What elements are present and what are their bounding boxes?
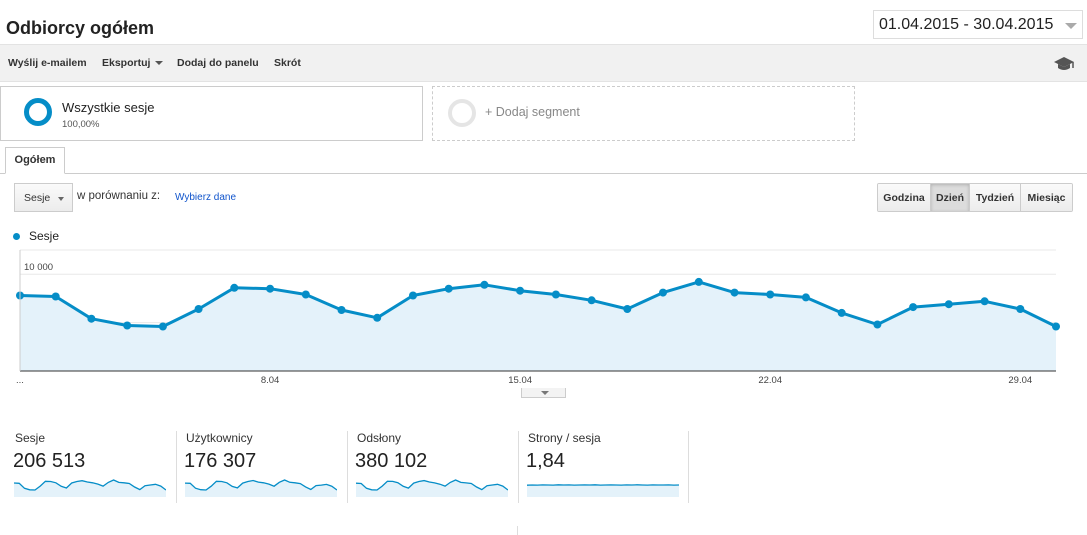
data-point xyxy=(230,283,239,292)
compare-select-link[interactable]: Wybierz dane xyxy=(175,192,236,203)
empty-segment-ring-icon xyxy=(448,99,476,127)
data-point xyxy=(659,288,667,297)
x-tick-label: 22.04 xyxy=(758,375,782,386)
chart-expand-handle[interactable] xyxy=(521,388,566,398)
kpi-value: 206 513 xyxy=(13,450,86,472)
data-point xyxy=(587,296,596,305)
compare-label: w porównaniu z: xyxy=(77,190,161,202)
data-point xyxy=(266,284,275,293)
graduation-cap-icon[interactable] xyxy=(1053,55,1075,73)
add-segment-label: + Dodaj segment xyxy=(485,105,580,119)
data-point xyxy=(158,322,167,331)
segment-all-sessions[interactable]: Wszystkie sesje 100,00% xyxy=(0,86,423,141)
sparkline xyxy=(356,479,508,497)
chevron-down-icon xyxy=(1065,23,1077,29)
legend-dot-icon xyxy=(13,232,20,240)
x-tick-label: 15.04 xyxy=(508,375,532,386)
data-point xyxy=(694,277,703,286)
data-point xyxy=(444,284,453,293)
x-tick-label: 8.04 xyxy=(261,375,280,386)
kpi-pageviews[interactable]: Odsłony 380 102 xyxy=(355,431,515,503)
data-point xyxy=(801,293,810,302)
data-point xyxy=(87,314,96,323)
x-tick-label: 29.04 xyxy=(1008,375,1032,386)
segment-percent: 100,00% xyxy=(62,119,100,130)
sessions-chart: 10 0005 000...8.0415.0422.0429.04 xyxy=(16,249,1060,386)
add-to-dashboard-button[interactable]: Dodaj do panelu xyxy=(177,57,259,69)
toolbar: Wyślij e-mailem Eksportuj Dodaj do panel… xyxy=(0,44,1087,82)
data-point xyxy=(944,300,953,309)
kpi-label: Odsłony xyxy=(357,431,402,445)
bottom-divider xyxy=(517,526,518,535)
data-point xyxy=(516,286,525,295)
series-area xyxy=(20,281,1056,371)
sparkline xyxy=(185,479,337,497)
chevron-down-icon xyxy=(155,61,164,66)
x-tick-label: ... xyxy=(16,375,24,386)
kpi-label: Użytkownicy xyxy=(186,431,253,445)
period-month-button[interactable]: Miesiąc xyxy=(1021,184,1072,211)
data-point xyxy=(373,313,382,322)
chevron-down-icon xyxy=(541,391,549,395)
chevron-down-icon xyxy=(58,197,64,201)
data-point xyxy=(1052,322,1060,331)
period-hour-button[interactable]: Godzina xyxy=(878,184,931,211)
kpi-divider xyxy=(176,431,177,503)
data-point xyxy=(766,290,775,299)
kpi-divider xyxy=(688,431,689,503)
segment-ring-icon xyxy=(24,98,52,126)
metric-select[interactable]: Sesje xyxy=(14,183,73,212)
shortcut-button[interactable]: Skrót xyxy=(274,57,301,69)
sparkline xyxy=(14,479,166,497)
chart-legend: Sesje xyxy=(13,229,59,243)
date-range-picker[interactable]: 01.04.2015 - 30.04.2015 xyxy=(873,10,1083,39)
data-point xyxy=(730,288,739,297)
data-point xyxy=(980,297,989,306)
data-point xyxy=(873,320,882,329)
kpi-label: Sesje xyxy=(15,431,46,445)
y-tick-label: 10 000 xyxy=(24,262,53,273)
export-label: Eksportuj xyxy=(102,57,151,69)
metric-select-label: Sesje xyxy=(24,192,51,204)
kpi-divider xyxy=(347,431,348,503)
export-button[interactable]: Eksportuj xyxy=(102,57,164,69)
period-week-button[interactable]: Tydzień xyxy=(970,184,1021,211)
tab-divider xyxy=(0,173,1087,174)
data-point xyxy=(337,306,346,314)
kpi-users[interactable]: Użytkownicy 176 307 xyxy=(184,431,344,503)
data-point xyxy=(123,321,132,330)
email-button[interactable]: Wyślij e-mailem xyxy=(8,57,87,69)
data-point xyxy=(301,290,310,299)
segment-name: Wszystkie sesje xyxy=(62,100,155,115)
data-point xyxy=(480,280,489,289)
period-selector: Godzina Dzień Tydzień Miesiąc xyxy=(877,183,1073,212)
data-point xyxy=(194,305,203,313)
sparkline-area xyxy=(527,484,679,497)
kpi-value: 176 307 xyxy=(184,450,257,472)
legend-label: Sesje xyxy=(29,229,60,243)
data-point xyxy=(623,305,632,313)
page-title: Odbiorcy ogółem xyxy=(6,18,155,38)
data-point xyxy=(1016,305,1025,313)
data-point xyxy=(51,292,60,301)
kpi-divider xyxy=(518,431,519,503)
date-range-label: 01.04.2015 - 30.04.2015 xyxy=(879,15,1054,33)
sparkline xyxy=(527,484,679,497)
data-point xyxy=(551,290,560,299)
kpi-pages-per-session[interactable]: Strony / sesja 1,84 xyxy=(526,431,686,503)
data-point xyxy=(837,308,846,317)
kpi-value: 380 102 xyxy=(355,450,428,472)
kpi-label: Strony / sesja xyxy=(528,431,601,445)
kpi-sessions[interactable]: Sesje 206 513 xyxy=(13,431,173,503)
add-segment-button[interactable]: + Dodaj segment xyxy=(432,86,855,141)
data-point xyxy=(409,291,417,300)
kpi-value: 1,84 xyxy=(526,450,565,472)
tab-overview[interactable]: Ogółem xyxy=(5,147,65,174)
period-day-button[interactable]: Dzień xyxy=(931,184,970,211)
data-point xyxy=(909,303,918,312)
